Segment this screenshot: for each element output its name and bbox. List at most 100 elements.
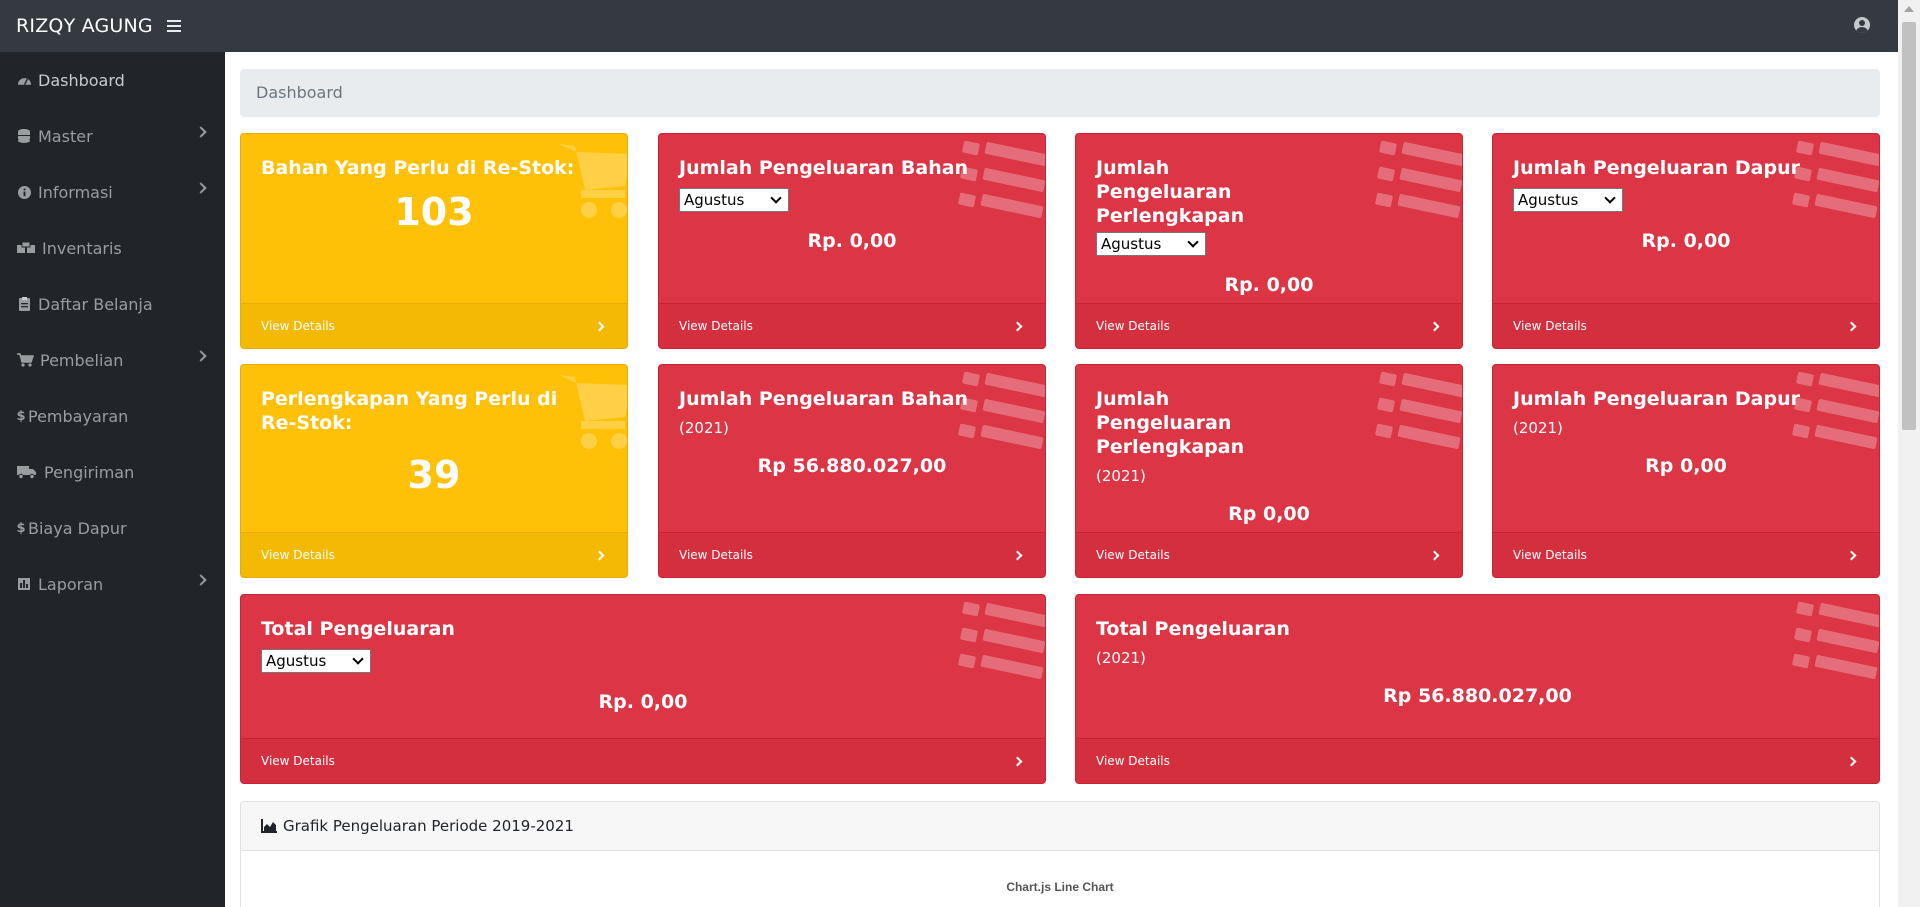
chevron-right-icon (1846, 321, 1857, 332)
scroll-up-arrow-icon[interactable] (1904, 6, 1914, 12)
sidebar-item-pembelian[interactable]: Pembelian (0, 332, 225, 388)
card-pengeluaran-dapur-month: Jumlah Pengeluaran Dapur Agustus Rp. 0,0… (1492, 133, 1880, 349)
user-circle-icon[interactable] (1854, 17, 1870, 33)
sidebar-item-master[interactable]: Master (0, 108, 225, 164)
sidebar-item-label: Dashboard (38, 70, 125, 90)
sidebar-item-inventaris[interactable]: Inventaris (0, 220, 225, 276)
card-title: Total Pengeluaran (1096, 618, 1290, 640)
list-icon (1791, 369, 1879, 455)
sidebar: Dashboard Master Informasi Inventaris Da… (0, 52, 225, 907)
chevron-down-icon (352, 653, 364, 665)
footer-label: View Details (1513, 548, 1587, 562)
chart-panel: Grafik Pengeluaran Periode 2019-2021 Cha… (240, 801, 1880, 907)
list-icon (1374, 138, 1462, 224)
footer-label: View Details (1513, 319, 1587, 333)
card-amount: Rp. 0,00 (1224, 274, 1314, 296)
brand-title[interactable]: RIZQY AGUNG (16, 15, 153, 37)
chevron-right-icon (195, 574, 207, 586)
card-title: Jumlah Pengeluaran Bahan (679, 388, 969, 410)
breadcrumb: Dashboard (240, 69, 1880, 117)
dollar-icon: $ (16, 408, 26, 424)
list-icon (1791, 138, 1879, 224)
bar-chart-icon (16, 577, 32, 591)
card-amount: Rp. 0,00 (1641, 230, 1731, 252)
card-value: 39 (407, 453, 461, 497)
sidebar-item-pembayaran[interactable]: $ Pembayaran (0, 388, 225, 444)
month-select[interactable]: Agustus (1096, 232, 1206, 256)
card-title: Perlengkapan Yang Perlu di Re-Stok: (261, 388, 558, 434)
card-title: Jumlah Pengeluaran Dapur (1513, 388, 1800, 410)
chevron-right-icon (195, 350, 207, 362)
clipboard-icon (16, 297, 32, 311)
sidebar-item-daftar-belanja[interactable]: Daftar Belanja (0, 276, 225, 332)
chart-title: Chart.js Line Chart (1006, 880, 1114, 894)
page-scrollbar[interactable] (1898, 0, 1920, 907)
card-total-pengeluaran-year: Total Pengeluaran (2021) Rp 56.880.027,0… (1075, 594, 1880, 784)
card-title: Bahan Yang Perlu di Re-Stok: (261, 157, 575, 179)
view-details-link[interactable]: View Details (659, 303, 1045, 348)
card-amount: Rp. 0,00 (598, 691, 688, 713)
chevron-right-icon (1012, 756, 1023, 767)
view-details-link[interactable]: View Details (1076, 738, 1879, 783)
sidebar-item-label: Informasi (38, 182, 113, 202)
list-icon (957, 599, 1045, 685)
chevron-right-icon (1846, 550, 1857, 561)
footer-label: View Details (261, 548, 335, 562)
card-amount: Rp 0,00 (1645, 455, 1727, 477)
chevron-right-icon (594, 550, 605, 561)
view-details-link[interactable]: View Details (1076, 303, 1462, 348)
sidebar-toggle-icon[interactable] (166, 20, 181, 32)
view-details-link[interactable]: View Details (1493, 532, 1879, 577)
card-pengeluaran-bahan-year: Jumlah Pengeluaran Bahan (2021) Rp 56.88… (658, 364, 1046, 578)
sidebar-item-pengiriman[interactable]: Pengiriman (0, 444, 225, 500)
sidebar-item-label: Daftar Belanja (38, 294, 153, 314)
chevron-right-icon (1846, 756, 1857, 767)
view-details-link[interactable]: View Details (241, 303, 627, 348)
select-value: Agustus (1101, 235, 1162, 253)
footer-label: View Details (1096, 548, 1170, 562)
chevron-right-icon (1429, 321, 1440, 332)
chart-panel-header: Grafik Pengeluaran Periode 2019-2021 (241, 802, 1879, 851)
month-select[interactable]: Agustus (679, 188, 789, 212)
card-restock-perlengkapan: Perlengkapan Yang Perlu di Re-Stok: 39 V… (240, 364, 628, 578)
sidebar-item-laporan[interactable]: Laporan (0, 556, 225, 612)
select-value: Agustus (1518, 191, 1579, 209)
view-details-link[interactable]: View Details (1076, 532, 1462, 577)
sidebar-item-label: Master (38, 126, 93, 146)
list-icon (1791, 599, 1879, 685)
card-amount: Rp 56.880.027,00 (757, 455, 947, 477)
sidebar-item-biaya-dapur[interactable]: $ Biaya Dapur (0, 500, 225, 556)
sidebar-item-label: Pembayaran (28, 406, 129, 426)
sidebar-item-informasi[interactable]: Informasi (0, 164, 225, 220)
sidebar-item-label: Laporan (38, 574, 104, 594)
scrollbar-thumb[interactable] (1902, 22, 1916, 430)
view-details-link[interactable]: View Details (241, 532, 627, 577)
card-subtitle: (2021) (1513, 419, 1563, 437)
database-icon (16, 129, 32, 143)
truck-icon (16, 465, 38, 479)
chevron-right-icon (1429, 550, 1440, 561)
footer-label: View Details (679, 319, 753, 333)
sidebar-item-label: Biaya Dapur (28, 518, 127, 538)
select-value: Agustus (266, 652, 327, 670)
list-icon (1374, 369, 1462, 455)
view-details-link[interactable]: View Details (659, 532, 1045, 577)
card-subtitle: (2021) (679, 419, 729, 437)
boxes-icon (16, 241, 36, 255)
month-select[interactable]: Agustus (1513, 188, 1623, 212)
chevron-down-icon (1187, 236, 1199, 248)
chevron-right-icon (195, 126, 207, 138)
card-subtitle: (2021) (1096, 649, 1146, 667)
month-select[interactable]: Agustus (261, 649, 371, 673)
view-details-link[interactable]: View Details (1493, 303, 1879, 348)
view-details-link[interactable]: View Details (241, 738, 1045, 783)
sidebar-item-dashboard[interactable]: Dashboard (0, 52, 225, 108)
footer-label: View Details (261, 754, 335, 768)
sidebar-item-label: Pengiriman (44, 462, 135, 482)
card-amount: Rp 0,00 (1228, 503, 1310, 525)
footer-label: View Details (261, 319, 335, 333)
footer-label: View Details (1096, 754, 1170, 768)
select-value: Agustus (684, 191, 745, 209)
info-circle-icon (16, 185, 32, 199)
chevron-down-icon (1604, 192, 1616, 204)
